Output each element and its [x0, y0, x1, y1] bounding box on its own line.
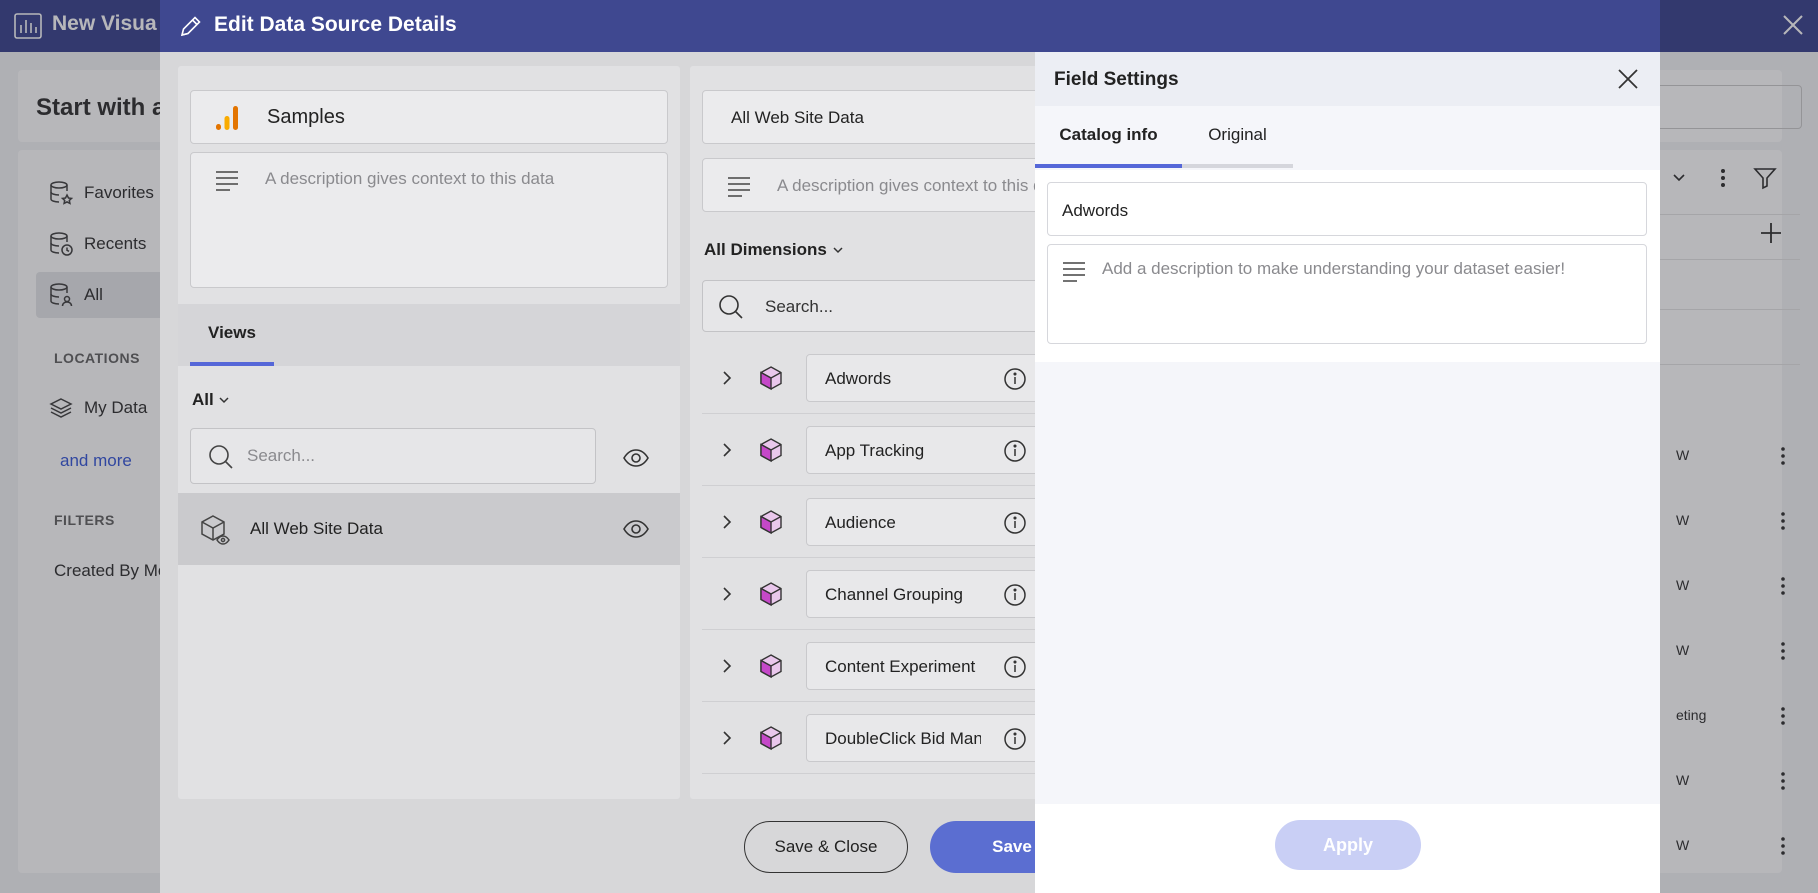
search-icon [209, 445, 233, 469]
field-name-input[interactable]: Adwords [1047, 182, 1647, 236]
cube-icon [760, 726, 782, 751]
data-source-name: Samples [267, 106, 345, 128]
dimension-label: Channel Grouping [825, 585, 963, 604]
dimension-item[interactable]: Channel Grouping [806, 570, 1046, 618]
eye-icon[interactable] [622, 518, 650, 540]
field-description-input[interactable]: Add a description to make understanding … [1047, 244, 1647, 344]
text-lines-icon [1063, 262, 1085, 282]
close-icon[interactable] [1616, 67, 1640, 91]
data-source-name-field[interactable]: Samples [190, 90, 668, 144]
views-filter-label: All [192, 390, 214, 409]
modal-header: Edit Data Source Details [160, 0, 1660, 52]
field-settings-footer: Apply [1035, 804, 1660, 893]
dimension-label: DoubleClick Bid Man [825, 729, 981, 748]
dimension-label: App Tracking [825, 441, 925, 460]
description-placeholder: A description gives context to this data [265, 169, 555, 188]
chevron-down-icon [833, 247, 843, 254]
cube-icon [760, 582, 782, 607]
info-icon[interactable] [1003, 367, 1027, 391]
dimensions-filter-dropdown[interactable]: All Dimensions [704, 240, 844, 260]
chevron-right-icon[interactable] [720, 584, 734, 604]
dimension-item[interactable]: Audience [806, 498, 1046, 546]
cube-icon [760, 654, 782, 679]
dataset-name: All Web Site Data [731, 108, 864, 127]
search-icon [719, 295, 743, 319]
cube-icon [760, 366, 782, 391]
dimension-label: Audience [825, 513, 896, 532]
chevron-right-icon[interactable] [720, 440, 734, 460]
chevron-right-icon[interactable] [720, 728, 734, 748]
info-icon[interactable] [1003, 727, 1027, 751]
info-icon[interactable] [1003, 439, 1027, 463]
chevron-right-icon[interactable] [720, 368, 734, 388]
data-source-column: Samples A description gives context to t… [178, 66, 680, 799]
info-icon[interactable] [1003, 583, 1027, 607]
chevron-right-icon[interactable] [720, 656, 734, 676]
tab-original[interactable]: Original [1182, 106, 1293, 168]
google-analytics-icon [216, 106, 238, 130]
save-close-button[interactable]: Save & Close [744, 821, 908, 873]
text-lines-icon [216, 171, 238, 191]
views-filter-dropdown[interactable]: All [192, 390, 230, 410]
edit-data-source-modal: Edit Data Source Details Samples A descr… [160, 0, 1660, 893]
text-lines-icon [728, 177, 750, 197]
chevron-down-icon [219, 397, 229, 404]
cube-eye-icon [201, 515, 230, 545]
info-icon[interactable] [1003, 511, 1027, 535]
field-settings-panel: Field Settings Catalog info Original Adw… [1035, 52, 1660, 893]
description-placeholder: A description gives context to this data [777, 176, 1067, 195]
chevron-right-icon[interactable] [720, 512, 734, 532]
tab-views[interactable]: Views [190, 304, 274, 366]
view-item-label: All Web Site Data [250, 519, 383, 538]
modal-title: Edit Data Source Details [214, 13, 457, 36]
dimension-item[interactable]: Adwords [806, 354, 1046, 402]
eye-icon[interactable] [622, 447, 650, 469]
view-item-all-web-site-data[interactable]: All Web Site Data [178, 493, 680, 565]
cube-icon [760, 438, 782, 463]
field-name-value: Adwords [1062, 201, 1129, 220]
dimension-item[interactable]: DoubleClick Bid Man [806, 714, 1046, 762]
pencil-icon [180, 16, 201, 37]
field-settings-body: Adwords Add a description to make unders… [1035, 170, 1660, 362]
description-placeholder: Add a description to make understanding … [1102, 259, 1566, 278]
data-source-description-field[interactable]: A description gives context to this data [190, 152, 668, 288]
cube-icon [760, 510, 782, 535]
dimension-item[interactable]: Content Experiment [806, 642, 1046, 690]
apply-button[interactable]: Apply [1275, 820, 1421, 870]
dimension-item[interactable]: App Tracking [806, 426, 1046, 474]
field-settings-title: Field Settings [1054, 69, 1179, 90]
search-placeholder: Search... [247, 446, 316, 465]
dimension-label: Adwords [825, 369, 892, 388]
search-placeholder: Search... [765, 297, 834, 316]
views-search-input[interactable]: Search... [190, 428, 596, 484]
info-icon[interactable] [1003, 655, 1027, 679]
field-settings-header: Field Settings [1035, 52, 1660, 106]
views-tabbar: Views [178, 304, 680, 366]
dimensions-filter-label: All Dimensions [704, 240, 827, 259]
tab-catalog-info[interactable]: Catalog info [1035, 106, 1182, 168]
dimension-label: Content Experiment [825, 657, 976, 676]
